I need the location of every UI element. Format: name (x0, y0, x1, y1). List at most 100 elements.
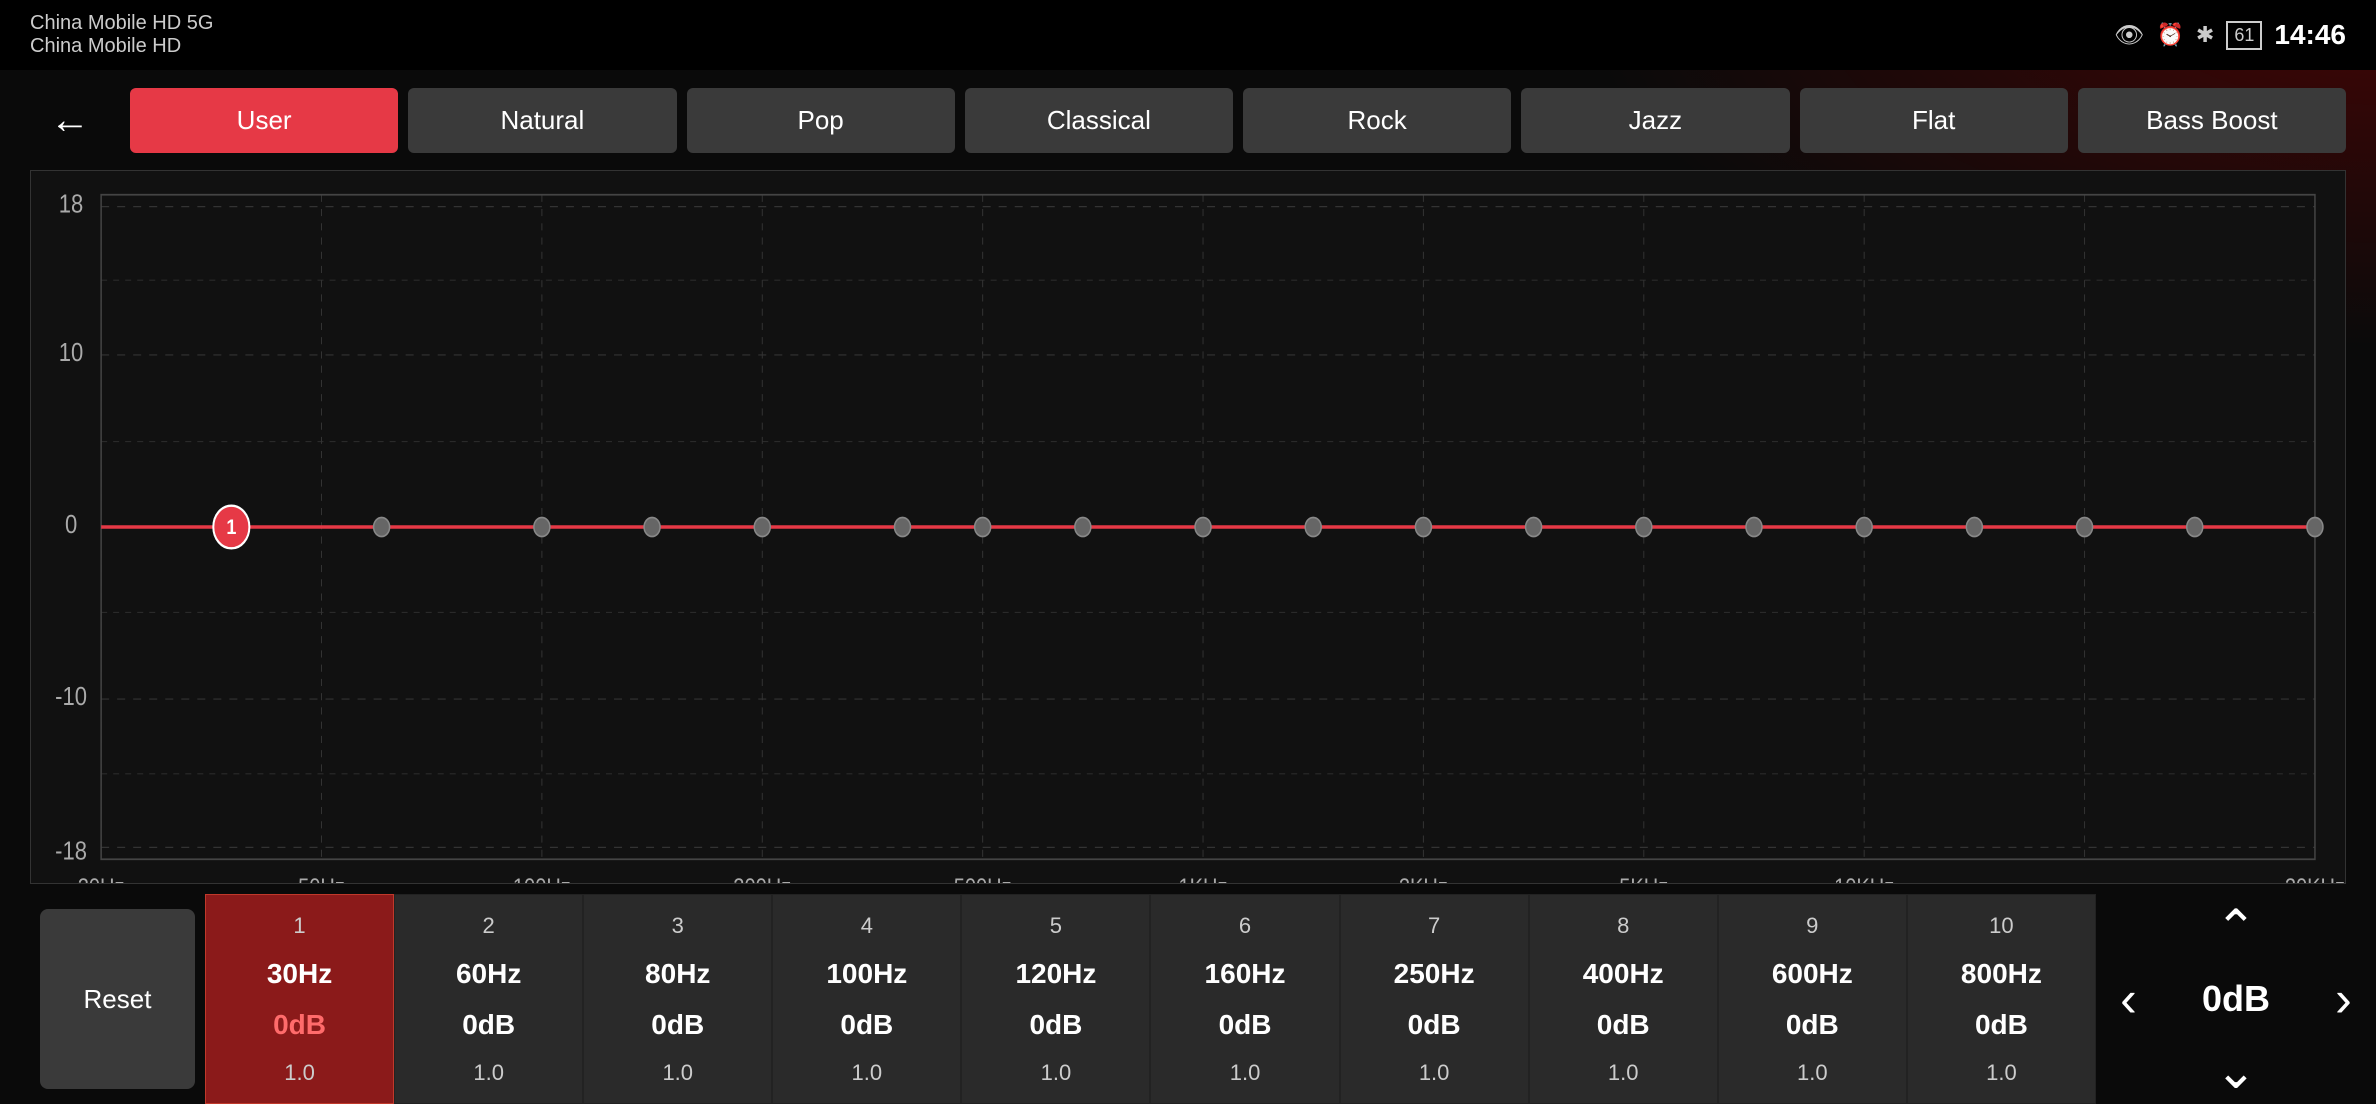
time-display: 14:46 (2274, 19, 2346, 51)
band-9-q: 1.0 (1797, 1060, 1828, 1086)
preset-tab-classical[interactable]: Classical (965, 88, 1233, 153)
band-1-q: 1.0 (284, 1060, 315, 1086)
band-10-db: 0dB (1975, 1009, 2028, 1041)
band-cell-1[interactable]: 1 30Hz 0dB 1.0 (205, 894, 394, 1104)
band-cell-4[interactable]: 4 100Hz 0dB 1.0 (772, 894, 961, 1104)
header-row: ← UserNaturalPopClassicalRockJazzFlatBas… (0, 70, 2376, 170)
reset-container: Reset (30, 894, 205, 1104)
svg-text:-18: -18 (55, 837, 87, 866)
preset-tab-jazz[interactable]: Jazz (1521, 88, 1789, 153)
band-cell-9[interactable]: 9 600Hz 0dB 1.0 (1718, 894, 1907, 1104)
svg-text:100Hz: 100Hz (513, 873, 571, 883)
band-6-freq: 160Hz (1205, 958, 1286, 990)
band-4-q: 1.0 (852, 1060, 883, 1086)
eq-chart[interactable]: 18 10 0 -10 -18 (30, 170, 2346, 884)
band-10-freq: 800Hz (1961, 958, 2042, 990)
band-3-db: 0dB (651, 1009, 704, 1041)
svg-text:10KHz: 10KHz (1834, 873, 1894, 883)
band-4-number: 4 (861, 913, 873, 939)
band-4-freq: 100Hz (826, 958, 907, 990)
svg-text:2KHz: 2KHz (1399, 873, 1448, 883)
band-3-freq: 80Hz (645, 958, 710, 990)
band-cell-10[interactable]: 10 800Hz 0dB 1.0 (1907, 894, 2096, 1104)
band-cell-6[interactable]: 6 160Hz 0dB 1.0 (1150, 894, 1339, 1104)
band-cell-5[interactable]: 5 120Hz 0dB 1.0 (961, 894, 1150, 1104)
preset-tab-rock[interactable]: Rock (1243, 88, 1511, 153)
band-3-q: 1.0 (662, 1060, 693, 1086)
band-8-number: 8 (1617, 913, 1629, 939)
svg-text:20Hz: 20Hz (78, 873, 125, 883)
band-10-q: 1.0 (1986, 1060, 2017, 1086)
svg-text:1KHz: 1KHz (1179, 873, 1228, 883)
bottom-controls: Reset 130Hz0dB1.0260Hz0dB1.0380Hz0dB1.04… (0, 894, 2376, 1104)
back-button[interactable]: ← (30, 88, 110, 153)
svg-text:1: 1 (226, 516, 236, 540)
preset-tab-flat[interactable]: Flat (1800, 88, 2068, 153)
band-5-number: 5 (1050, 913, 1062, 939)
band-8-freq: 400Hz (1583, 958, 1664, 990)
band-9-freq: 600Hz (1772, 958, 1853, 990)
eye-icon: 👁 (2114, 21, 2144, 50)
preset-tab-bassboost[interactable]: Bass Boost (2078, 88, 2346, 153)
svg-text:-10: -10 (55, 682, 87, 711)
alarm-icon: ⏰ (2157, 22, 2184, 48)
svg-text:20KHz: 20KHz (2285, 873, 2345, 883)
reset-button[interactable]: Reset (40, 909, 195, 1089)
band-8-db: 0dB (1597, 1009, 1650, 1041)
band-7-freq: 250Hz (1394, 958, 1475, 990)
band-cell-8[interactable]: 8 400Hz 0dB 1.0 (1529, 894, 1718, 1104)
status-right: 👁 ⏰ ✱ 61 14:46 (2114, 19, 2346, 51)
band-6-q: 1.0 (1230, 1060, 1261, 1086)
band-4-db: 0dB (840, 1009, 893, 1041)
carrier2-label: China Mobile HD (30, 35, 213, 58)
preset-tab-natural[interactable]: Natural (408, 88, 676, 153)
band-3-number: 3 (672, 913, 684, 939)
preset-tab-user[interactable]: User (130, 88, 398, 153)
preset-tab-pop[interactable]: Pop (687, 88, 955, 153)
band-10-number: 10 (1989, 913, 2013, 939)
right-controls: ⌃ ‹ 0dB › ⌄ (2096, 894, 2376, 1104)
eq-chart-area: 18 10 0 -10 -18 (0, 170, 2376, 894)
db-up-button[interactable]: ⌃ (2191, 899, 2281, 957)
band-cell-2[interactable]: 2 60Hz 0dB 1.0 (394, 894, 583, 1104)
db-down-button[interactable]: ⌄ (2191, 1042, 2281, 1100)
band-7-number: 7 (1428, 913, 1440, 939)
current-db-display: 0dB (2176, 978, 2296, 1020)
eq-chart-svg: 18 10 0 -10 -18 (31, 171, 2345, 883)
svg-text:0: 0 (65, 510, 77, 539)
battery-indicator: 61 (2226, 21, 2262, 50)
band-1-db: 0dB (273, 1009, 326, 1041)
band-9-number: 9 (1806, 913, 1818, 939)
svg-text:200Hz: 200Hz (733, 873, 791, 883)
band-6-db: 0dB (1219, 1009, 1272, 1041)
band-cell-3[interactable]: 3 80Hz 0dB 1.0 (583, 894, 772, 1104)
svg-text:5KHz: 5KHz (1619, 873, 1668, 883)
band-5-freq: 120Hz (1015, 958, 1096, 990)
band-9-db: 0dB (1786, 1009, 1839, 1041)
svg-text:500Hz: 500Hz (954, 873, 1012, 883)
band-8-q: 1.0 (1608, 1060, 1639, 1086)
band-cells: 1 30Hz 0dB 1.0 2 60Hz 0dB 1.0 3 80Hz 0dB 1.0 4 100Hz 0… (205, 894, 2096, 1104)
band-5-q: 1.0 (1041, 1060, 1072, 1086)
carrier-info: China Mobile HD 5G China Mobile HD (30, 12, 213, 58)
prev-band-button[interactable]: ‹ (2096, 967, 2161, 1032)
band-7-q: 1.0 (1419, 1060, 1450, 1086)
preset-tabs: UserNaturalPopClassicalRockJazzFlatBass … (130, 88, 2346, 153)
status-bar: China Mobile HD 5G China Mobile HD 👁 ⏰ ✱… (0, 0, 2376, 70)
band-1-freq: 30Hz (267, 958, 332, 990)
main-content: ← UserNaturalPopClassicalRockJazzFlatBas… (0, 70, 2376, 1104)
bluetooth-icon: ✱ (2196, 22, 2214, 48)
band-1-number: 1 (293, 913, 305, 939)
next-band-button[interactable]: › (2311, 967, 2376, 1032)
band-7-db: 0dB (1408, 1009, 1461, 1041)
band-2-freq: 60Hz (456, 958, 521, 990)
band-2-q: 1.0 (473, 1060, 504, 1086)
lr-controls: ‹ 0dB › (2096, 967, 2376, 1032)
band-6-number: 6 (1239, 913, 1251, 939)
band-cell-7[interactable]: 7 250Hz 0dB 1.0 (1340, 894, 1529, 1104)
svg-text:10: 10 (59, 338, 84, 367)
svg-text:50Hz: 50Hz (298, 873, 345, 883)
band-5-db: 0dB (1029, 1009, 1082, 1041)
band-2-number: 2 (483, 913, 495, 939)
band-2-db: 0dB (462, 1009, 515, 1041)
